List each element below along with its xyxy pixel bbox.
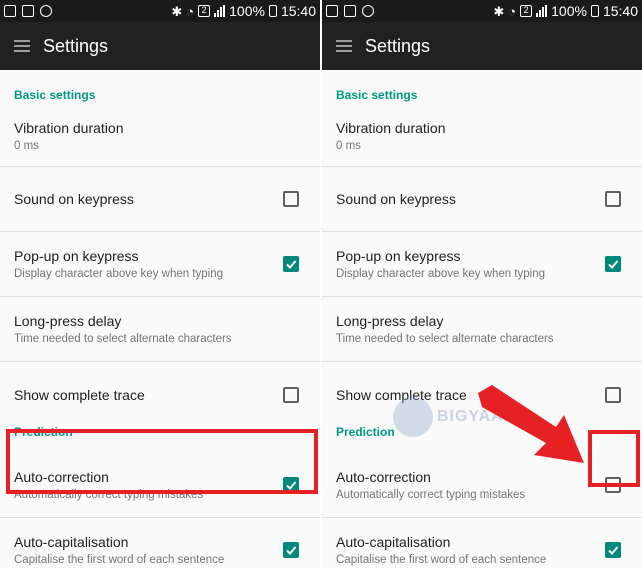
setting-summary: Time needed to select alternate characte… [14,333,232,345]
setting-summary: Capitalise the first word of each senten… [14,554,225,566]
setting-title: Vibration duration [14,120,124,136]
battery-icon [590,5,599,17]
setting-sound-on-keypress[interactable]: Sound on keypress [322,167,642,232]
gallery-notification-icon [4,5,16,17]
battery-percent: 100% [229,3,265,19]
setting-long-press-delay[interactable]: Long-press delay Time needed to select a… [322,297,642,362]
clock: 15:40 [602,3,638,19]
setting-popup-on-keypress[interactable]: Pop-up on keypress Display character abo… [322,232,642,297]
page-title: Settings [43,35,109,56]
image-notification-icon [22,5,34,17]
setting-summary: Display character above key when typing [336,268,546,280]
signal-icon [536,5,548,17]
setting-summary: Capitalise the first word of each senten… [336,554,547,566]
wifi-icon: ◔ [508,3,517,19]
setting-auto-capitalisation[interactable]: Auto-capitalisation Capitalise the first… [322,518,642,568]
highlight-box-auto-correction-row [6,429,318,494]
setting-summary: Automatically correct typing mistakes [336,489,526,501]
setting-sound-on-keypress[interactable]: Sound on keypress [0,167,320,232]
auto-capitalisation-checkbox[interactable] [283,542,299,558]
setting-title: Pop-up on keypress [336,248,461,264]
setting-title: Vibration duration [336,120,446,136]
battery-icon [268,5,277,17]
auto-capitalisation-checkbox[interactable] [605,542,621,558]
setting-title: Long-press delay [336,313,444,329]
section-header-basic-settings: Basic settings [14,88,96,102]
sound-on-keypress-checkbox[interactable] [605,191,621,207]
setting-summary: 0 ms [336,140,361,152]
setting-title: Sound on keypress [14,191,134,207]
setting-summary: Display character above key when typing [14,268,224,280]
sound-on-keypress-checkbox[interactable] [283,191,299,207]
setting-summary: 0 ms [14,140,39,152]
setting-summary: Time needed to select alternate characte… [336,333,554,345]
show-complete-trace-checkbox[interactable] [283,386,299,403]
page-title: Settings [365,35,431,56]
bluetooth-icon: ✱ [493,3,505,19]
watermark-logo-icon [393,397,433,437]
gallery-notification-icon [326,5,338,17]
setting-title: Sound on keypress [336,191,456,207]
status-bar: ✱ ◔ 2 100% 15:40 [322,0,642,22]
sim-icon: 2 [198,5,211,17]
wifi-icon: ◔ [186,3,195,19]
setting-title: Auto-capitalisation [336,534,451,550]
setting-vibration-duration[interactable]: Vibration duration 0 ms [0,116,320,167]
setting-vibration-duration[interactable]: Vibration duration 0 ms [322,116,642,167]
setting-popup-on-keypress[interactable]: Pop-up on keypress Display character abo… [0,232,320,297]
menu-icon[interactable] [336,40,352,52]
shield-icon [362,5,374,17]
setting-title: Auto-capitalisation [14,534,129,550]
settings-list: Basic settings Vibration duration 0 ms S… [322,70,642,568]
menu-icon[interactable] [14,40,30,52]
app-bar: Settings [0,22,320,70]
image-notification-icon [344,5,356,17]
status-bar: ✱ ◔ 2 100% 15:40 [0,0,320,22]
setting-title: Pop-up on keypress [14,248,139,264]
setting-title: Long-press delay [14,313,122,329]
popup-on-keypress-checkbox[interactable] [283,256,299,272]
show-complete-trace-checkbox[interactable] [605,386,621,403]
setting-title: Show complete trace [14,386,145,403]
shield-icon [40,5,52,17]
setting-show-complete-trace[interactable]: Show complete trace [0,362,320,427]
bluetooth-icon: ✱ [171,3,183,19]
red-arrow-icon [478,385,584,463]
highlight-box-auto-correction-checkbox [588,430,640,487]
setting-long-press-delay[interactable]: Long-press delay Time needed to select a… [0,297,320,362]
setting-auto-capitalisation[interactable]: Auto-capitalisation Capitalise the first… [0,518,320,568]
signal-icon [214,5,226,17]
app-bar: Settings [322,22,642,70]
popup-on-keypress-checkbox[interactable] [605,256,621,272]
section-header-basic-settings: Basic settings [336,88,418,102]
sim-icon: 2 [520,5,533,17]
clock: 15:40 [280,3,316,19]
battery-percent: 100% [551,3,587,19]
